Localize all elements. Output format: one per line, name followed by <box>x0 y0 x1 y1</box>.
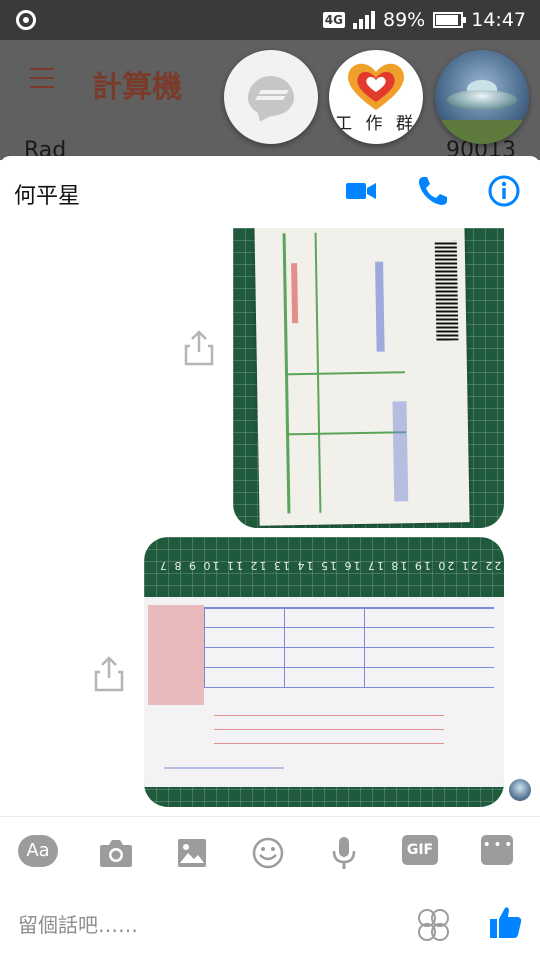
composer-toolbar: Aa GIF <box>0 816 540 888</box>
hamburger-menu-icon[interactable] <box>30 68 54 88</box>
info-icon[interactable] <box>487 174 521 208</box>
shipping-document <box>254 228 470 526</box>
gif-button[interactable]: GIF <box>402 835 438 865</box>
contact-name[interactable]: 何平星 <box>14 178 80 210</box>
signal-icon <box>353 11 375 29</box>
photo-message-receipt[interactable]: 25 24 23 22 21 20 19 18 17 16 15 14 13 1… <box>144 537 504 807</box>
battery-icon <box>433 12 467 28</box>
message-input[interactable] <box>18 908 398 942</box>
share-icon-2[interactable] <box>92 654 126 694</box>
sync-icon <box>16 10 36 30</box>
heart-logo-icon <box>348 63 404 110</box>
clock: 14:47 <box>471 9 526 31</box>
gallery-icon[interactable] <box>172 835 212 871</box>
share-icon[interactable] <box>182 328 216 368</box>
message-list[interactable]: 25 24 23 22 21 20 19 18 17 16 15 14 13 1… <box>0 228 540 816</box>
messenger-bolt-icon <box>255 90 289 100</box>
receipt-document <box>144 597 504 787</box>
chat-header: 何平星 <box>0 156 540 228</box>
contact-chat-head[interactable] <box>435 50 529 144</box>
status-bar: 4G 89% 14:47 <box>0 0 540 40</box>
avatar-ground <box>435 120 529 144</box>
microphone-icon[interactable] <box>324 835 364 871</box>
status-indicators: 4G 89% 14:47 <box>322 8 526 32</box>
photo-message-shipping-label[interactable] <box>233 228 504 528</box>
thumbs-up-icon[interactable] <box>488 904 524 940</box>
seen-avatar <box>509 779 531 801</box>
more-options-icon[interactable] <box>481 835 513 865</box>
voice-call-icon[interactable] <box>416 174 450 208</box>
composer <box>0 888 540 960</box>
ruler-markings: 25 24 23 22 21 20 19 18 17 16 15 14 13 1… <box>158 559 504 572</box>
avatar-ufo <box>447 90 517 110</box>
group-label: 工 作 群 <box>335 114 417 134</box>
text-style-button[interactable]: Aa <box>18 835 58 867</box>
emoji-icon[interactable] <box>248 835 288 871</box>
work-group-chat-head[interactable]: 工 作 群 <box>329 50 423 144</box>
sticker-icon[interactable] <box>416 908 450 942</box>
battery-percent: 89% <box>383 9 426 31</box>
camera-icon[interactable] <box>96 835 136 871</box>
network-type: 4G <box>322 12 345 28</box>
messenger-chat-head[interactable] <box>224 50 318 144</box>
app-title: 計算機 <box>92 70 182 105</box>
video-call-icon[interactable] <box>344 174 378 208</box>
